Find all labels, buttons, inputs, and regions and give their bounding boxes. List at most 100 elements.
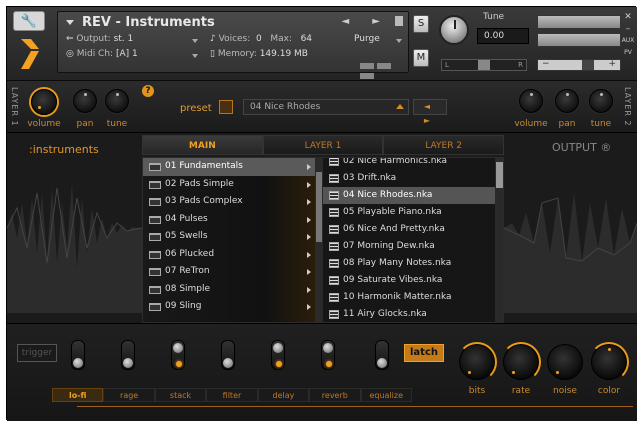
layer2-tune-label: tune: [590, 119, 612, 129]
fx-toggle-switch[interactable]: [271, 340, 285, 370]
minimize-icon[interactable]: –: [621, 23, 635, 35]
tab-main[interactable]: MAIN: [142, 135, 263, 155]
rate-knob[interactable]: [501, 342, 541, 382]
fx-tab-filter[interactable]: filter: [206, 388, 258, 402]
fx-toggle-switch[interactable]: [171, 340, 185, 370]
instrument-title[interactable]: REV - Instruments: [66, 15, 215, 30]
fx-toggle-switch[interactable]: [221, 340, 235, 370]
fx-tab-lo-fi[interactable]: lo-fi: [52, 388, 104, 402]
folder-icon: [149, 233, 161, 241]
preset-nav-arrows[interactable]: ◄ ►: [413, 99, 447, 125]
fx-toggle-switch[interactable]: [121, 340, 135, 370]
folder-item[interactable]: 07 ReTron: [143, 263, 315, 281]
chevron-right-icon: [307, 304, 311, 310]
file-item[interactable]: 07 Morning Dew.nka: [323, 238, 495, 255]
pan-slider[interactable]: L R: [441, 59, 527, 71]
nka-file-icon: [329, 259, 339, 268]
midi-dropdown-icon[interactable]: [192, 54, 198, 58]
layer1-volume-knob[interactable]: [31, 89, 57, 115]
trigger-button[interactable]: trigger: [17, 344, 57, 362]
volume-plus-icon[interactable]: +: [608, 59, 616, 69]
layer1-pan-knob[interactable]: [73, 89, 97, 113]
output-row[interactable]: ⇐ Output: st. 1: [66, 34, 133, 44]
folder-item[interactable]: 01 Fundamentals: [143, 158, 315, 176]
bits-label: bits: [468, 386, 486, 396]
file-item[interactable]: 05 Playable Piano.nka: [323, 204, 495, 221]
fx-tab-reverb[interactable]: reverb: [309, 388, 361, 402]
purge-dropdown-icon[interactable]: [396, 39, 402, 43]
midi-row[interactable]: ◎ Midi Ch: [A] 1: [66, 49, 138, 59]
tune-value[interactable]: 0.00: [477, 28, 529, 44]
layer2-pan-knob[interactable]: [555, 89, 579, 113]
folder-item[interactable]: 08 Simple: [143, 281, 315, 299]
output-value[interactable]: st. 1: [114, 34, 134, 44]
max-voices-value[interactable]: 64: [301, 34, 312, 44]
layer2-tune-knob[interactable]: [589, 89, 613, 113]
folder-icon: [149, 215, 161, 224]
folder-item[interactable]: 06 Plucked: [143, 246, 315, 264]
preset-dropdown-icon[interactable]: [396, 104, 404, 109]
wrench-icon[interactable]: 🔧: [13, 11, 45, 31]
fx-toggle-switch[interactable]: [321, 340, 335, 370]
fx-tab-rage[interactable]: rage: [103, 388, 155, 402]
file-item[interactable]: 11 Airy Glocks.nka: [323, 306, 495, 322]
folder-scrollbar[interactable]: [315, 158, 323, 322]
preset-selector[interactable]: 04 Nice Rhodes: [243, 99, 409, 115]
nka-file-icon: [329, 276, 339, 285]
file-item[interactable]: 09 Saturate Vibes.nka: [323, 272, 495, 289]
instrument-nav-arrows[interactable]: ◄ ►: [341, 16, 390, 27]
nka-file-icon: [329, 158, 339, 166]
file-scrollbar[interactable]: [495, 158, 503, 322]
bits-knob[interactable]: [457, 342, 497, 382]
rate-label: rate: [511, 386, 531, 396]
file-item[interactable]: 08 Play Many Notes.nka: [323, 255, 495, 272]
file-item[interactable]: 04 Nice Rhodes.nka: [323, 187, 495, 204]
pan-handle[interactable]: [478, 60, 490, 70]
output-dropdown-icon[interactable]: [192, 39, 198, 43]
folder-item[interactable]: 04 Pulses: [143, 211, 315, 229]
folder-item[interactable]: 09 Sling: [143, 298, 315, 316]
volume-minus-icon[interactable]: −: [542, 59, 550, 69]
tab-layer-1[interactable]: LAYER 1: [262, 135, 384, 155]
folder-scroll-thumb[interactable]: [316, 172, 322, 242]
brand-logo: [21, 39, 39, 69]
mute-button[interactable]: M: [413, 49, 429, 67]
fx-toggle-switch[interactable]: [71, 340, 85, 370]
tune-knob[interactable]: [439, 15, 469, 45]
file-item[interactable]: 03 Drift.nka: [323, 170, 495, 187]
midi-value[interactable]: [A] 1: [116, 49, 138, 59]
file-item[interactable]: 02 Nice Harmonics.nka: [323, 158, 495, 170]
tab-layer-2[interactable]: LAYER 2: [383, 135, 505, 155]
folder-item[interactable]: 05 Swells: [143, 228, 315, 246]
file-item[interactable]: 06 Nice And Pretty.nka: [323, 221, 495, 238]
file-list: 02 Nice Harmonics.nka 03 Drift.nka 04 Ni…: [323, 158, 495, 322]
file-scroll-thumb[interactable]: [496, 162, 503, 188]
file-item[interactable]: 10 Harmonik Matter.nka: [323, 289, 495, 306]
noise-knob[interactable]: [547, 344, 583, 380]
layer1-tune-knob[interactable]: [105, 89, 129, 113]
volume-handle[interactable]: [582, 60, 594, 70]
help-icon[interactable]: ?: [142, 85, 154, 97]
preset-save-icon[interactable]: [219, 100, 233, 114]
color-label: color: [597, 386, 621, 396]
layer1-pan-label: pan: [76, 119, 94, 129]
close-icon[interactable]: ✕: [621, 11, 635, 23]
fx-tab-equalize[interactable]: equalize: [360, 388, 412, 402]
fx-toggle-switch[interactable]: [375, 340, 389, 370]
solo-button[interactable]: S: [413, 15, 429, 33]
latch-button[interactable]: latch: [404, 344, 444, 362]
folder-item[interactable]: 03 Pads Complex: [143, 193, 315, 211]
volume-slider[interactable]: − +: [537, 59, 621, 71]
layer2-volume-knob[interactable]: [519, 89, 543, 113]
tune-label: Tune: [483, 12, 505, 22]
fx-tab-stack[interactable]: stack: [154, 388, 207, 402]
layer1-volume-label: volume: [27, 119, 61, 129]
folder-item[interactable]: 02 Pads Simple: [143, 176, 315, 194]
color-knob[interactable]: [589, 342, 629, 382]
aux-button[interactable]: AUX: [621, 35, 635, 47]
purge-dropdown[interactable]: Purge: [354, 34, 380, 44]
pv-button[interactable]: PV: [621, 47, 635, 59]
nka-file-icon: [329, 191, 339, 200]
fx-tab-delay[interactable]: delay: [257, 388, 310, 402]
output-brand-label: OUTPUT ®: [552, 141, 612, 154]
